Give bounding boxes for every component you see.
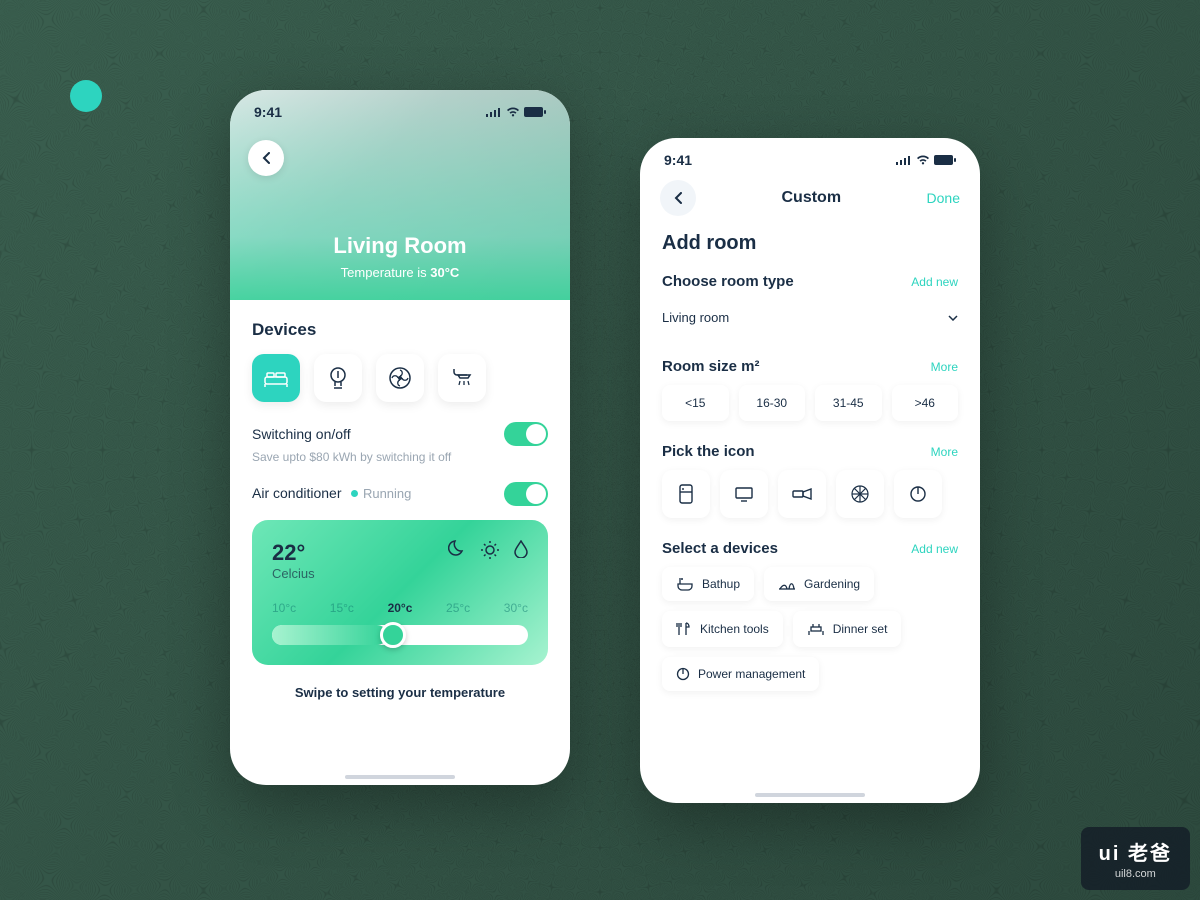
ac-toggle[interactable] — [504, 482, 548, 506]
kitchen-icon — [676, 621, 692, 637]
bathup-icon — [676, 577, 694, 591]
device-chip-bathup[interactable]: Bathup — [662, 567, 754, 601]
room-temperature: Temperature is 30°C — [341, 265, 460, 280]
phone-screen-room-detail: 9:41 Living Room Temperature is 30°C Dev… — [230, 90, 570, 785]
shower-icon — [450, 367, 474, 389]
battery-icon — [934, 155, 956, 165]
room-hero: 9:41 Living Room Temperature is 30°C — [230, 90, 570, 300]
watermark: ui 老爸 uil8.com — [1081, 827, 1190, 890]
status-time: 9:41 — [664, 152, 692, 168]
decorative-circle — [70, 80, 102, 112]
switching-subtext: Save upto $80 kWh by switching it off — [252, 450, 548, 464]
device-chip-dinner[interactable]: Dinner set — [793, 611, 902, 647]
device-shower-icon[interactable] — [438, 354, 486, 402]
switching-toggle[interactable] — [504, 422, 548, 446]
status-dot-icon — [351, 490, 358, 497]
device-light-icon[interactable] — [314, 354, 362, 402]
back-button[interactable] — [248, 140, 284, 176]
tv-icon — [734, 486, 754, 502]
temp-value: 22° — [272, 540, 315, 566]
page-title: Add room — [662, 232, 958, 255]
home-indicator — [345, 775, 455, 779]
wifi-icon — [506, 107, 520, 117]
temp-unit: Celcius — [272, 566, 315, 581]
icon-chips — [662, 470, 958, 518]
chevron-left-icon — [674, 192, 682, 204]
devices-heading: Devices — [252, 320, 548, 340]
icon-option-power[interactable] — [894, 470, 942, 518]
device-chip-gardening[interactable]: Gardening — [764, 567, 874, 601]
signal-icon — [486, 107, 502, 117]
room-title: Living Room — [333, 233, 466, 259]
icon-option-projector[interactable] — [778, 470, 826, 518]
phone-screen-add-room: 9:41 Custom Done Add room Choose room ty… — [640, 138, 980, 803]
pick-icon-label: Pick the icon — [662, 443, 755, 460]
icon-option-fridge[interactable] — [662, 470, 710, 518]
power-icon — [676, 667, 690, 681]
signal-icon — [896, 155, 912, 165]
pick-icon-more[interactable]: More — [931, 445, 958, 459]
home-indicator — [755, 793, 865, 797]
sun-icon[interactable] — [480, 540, 500, 560]
add-new-room-type[interactable]: Add new — [911, 275, 958, 289]
icon-option-tv[interactable] — [720, 470, 768, 518]
room-type-label: Choose room type — [662, 273, 794, 290]
header-title: Custom — [781, 189, 841, 207]
bed-icon — [263, 368, 289, 388]
size-chip[interactable]: 16-30 — [739, 385, 806, 421]
status-bar: 9:41 — [640, 138, 980, 172]
room-size-label: Room size m² — [662, 358, 760, 375]
fridge-icon — [677, 484, 695, 504]
ac-status: Running — [346, 486, 411, 501]
swipe-hint: Swipe to setting your temperature — [252, 685, 548, 700]
temperature-card: 22° Celcius 10°c 15°c 20°c 25°c 30°c — [252, 520, 548, 665]
temp-scale: 10°c 15°c 20°c 25°c 30°c — [272, 601, 528, 615]
wifi-icon — [916, 155, 930, 165]
switching-label: Switching on/off — [252, 426, 351, 442]
size-chip[interactable]: 31-45 — [815, 385, 882, 421]
dinner-icon — [807, 622, 825, 636]
device-chip-power[interactable]: Power management — [662, 657, 819, 691]
temperature-slider[interactable] — [272, 625, 528, 645]
status-icons — [896, 155, 956, 165]
status-bar: 9:41 — [230, 90, 570, 124]
status-icons — [486, 107, 546, 117]
status-time: 9:41 — [254, 104, 282, 120]
battery-icon — [524, 107, 546, 117]
select-devices-label: Select a devices — [662, 540, 778, 557]
add-new-device[interactable]: Add new — [911, 542, 958, 556]
back-button[interactable] — [660, 180, 696, 216]
size-chip[interactable]: >46 — [892, 385, 959, 421]
device-category-icons — [252, 354, 548, 402]
room-size-more[interactable]: More — [931, 360, 958, 374]
bulb-icon — [328, 365, 348, 391]
gardening-icon — [778, 577, 796, 591]
device-bed-icon[interactable] — [252, 354, 300, 402]
device-chip-kitchen[interactable]: Kitchen tools — [662, 611, 783, 647]
moon-icon[interactable] — [448, 540, 466, 558]
device-chips: Bathup Gardening Kitchen tools Dinner se… — [662, 567, 958, 691]
icon-option-web[interactable] — [836, 470, 884, 518]
web-icon — [850, 484, 870, 504]
device-fan-icon[interactable] — [376, 354, 424, 402]
done-button[interactable]: Done — [927, 190, 960, 206]
drop-icon[interactable] — [514, 540, 528, 558]
room-type-select[interactable]: Living room — [662, 300, 958, 342]
slider-thumb[interactable] — [380, 622, 406, 648]
projector-icon — [791, 487, 813, 501]
power-icon — [909, 485, 927, 503]
ac-label: Air conditioner — [252, 485, 342, 501]
chevron-down-icon — [948, 315, 958, 321]
size-chip[interactable]: <15 — [662, 385, 729, 421]
chevron-left-icon — [262, 152, 270, 164]
fan-icon — [388, 366, 412, 390]
room-size-chips: <15 16-30 31-45 >46 — [662, 385, 958, 421]
